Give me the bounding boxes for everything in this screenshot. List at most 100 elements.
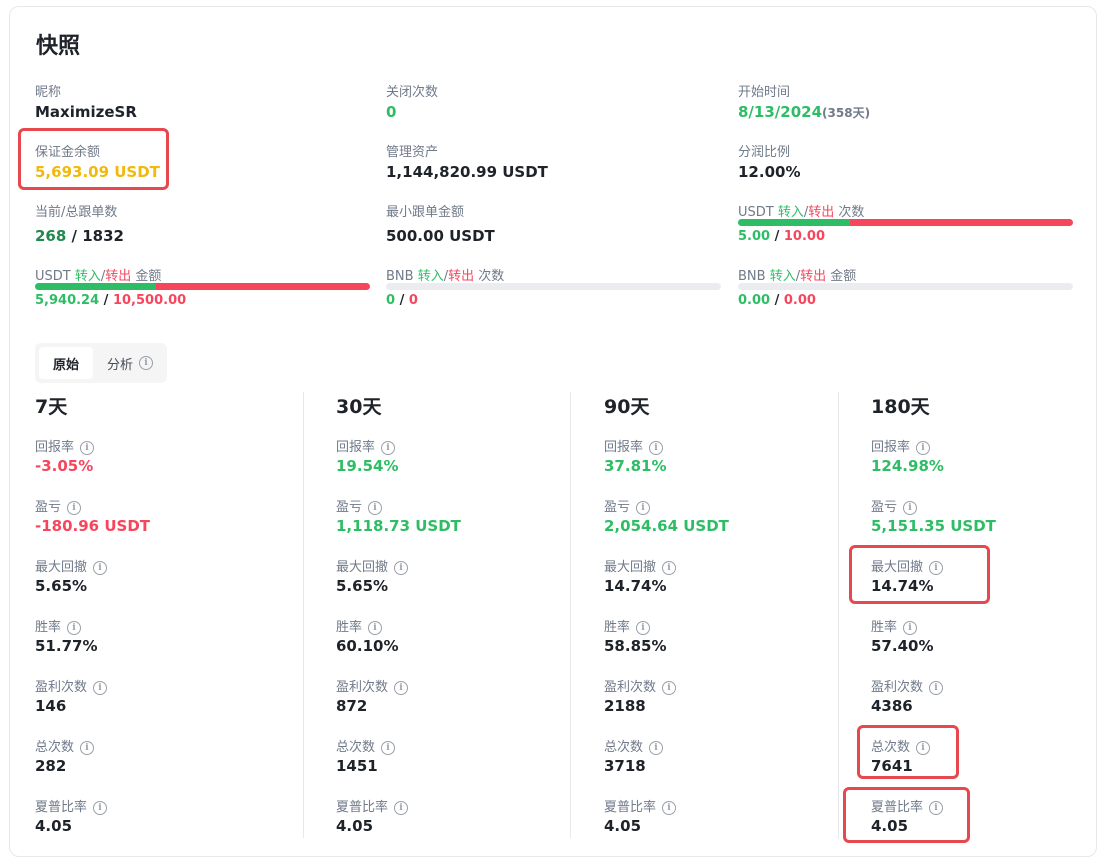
sharpe-ratio-value: 4.05 <box>604 817 642 835</box>
profit-share-label: 分润比例 <box>738 145 791 160</box>
info-icon[interactable]: i <box>916 440 931 455</box>
bnb-amount-values: 0.00 / 0.00 <box>738 293 816 308</box>
roi-value: 124.98% <box>871 457 944 475</box>
start-time-value: 8/13/2024(358天) <box>738 103 870 121</box>
page-title: 快照 <box>36 34 81 59</box>
roi-label-text: 回报率 <box>871 440 911 455</box>
tab-raw[interactable]: 原始 <box>39 347 93 379</box>
max-drawdown-value: 14.74% <box>604 577 667 595</box>
usdt-amount-values: 5,940.24 / 10,500.00 <box>35 293 187 308</box>
period-column: 90天 回报率 i 37.81% 盈亏 i 2,054.64 USDT 最大回撤 i 14.74%… <box>604 392 824 842</box>
roi-label-text: 回报率 <box>604 440 644 455</box>
win-rate-value: 57.40% <box>871 637 934 655</box>
sharpe-ratio-label: 夏普比率 i <box>604 796 677 815</box>
period-title: 90天 <box>604 396 650 418</box>
pnl-label: 盈亏 i <box>35 496 82 515</box>
info-icon[interactable]: i <box>80 740 95 755</box>
total-count-value: 3718 <box>604 757 646 775</box>
pnl-label: 盈亏 i <box>604 496 651 515</box>
usdt-amount-label: USDT 转入/转出 金额 <box>35 269 162 284</box>
sharpe-ratio-label-text: 夏普比率 <box>35 800 88 815</box>
info-icon[interactable]: i <box>93 800 108 815</box>
roi-value: -3.05% <box>35 457 94 475</box>
copiers-value: 268 / 1832 <box>35 227 124 245</box>
sharpe-ratio-value: 4.05 <box>35 817 73 835</box>
bnb-amount-bar <box>738 283 1073 290</box>
mdd-highlight <box>849 545 990 604</box>
nickname-label: 昵称 <box>35 85 62 100</box>
win-rate-label-text: 胜率 <box>336 620 363 635</box>
info-icon[interactable]: i <box>662 560 677 575</box>
info-icon[interactable]: i <box>381 740 396 755</box>
sharpe-ratio-label: 夏普比率 i <box>336 796 409 815</box>
roi-label: 回报率 i <box>35 436 95 455</box>
close-count-label: 关闭次数 <box>386 85 439 100</box>
period-title: 30天 <box>336 396 382 418</box>
win-count-label: 盈利次数 i <box>604 676 677 695</box>
bnb-count-label: BNB 转入/转出 次数 <box>386 269 505 284</box>
info-icon[interactable]: i <box>929 680 944 695</box>
total-count-label-text: 总次数 <box>604 740 644 755</box>
sharpe-ratio-label: 夏普比率 i <box>35 796 108 815</box>
info-icon[interactable]: i <box>368 500 383 515</box>
max-drawdown-value: 5.65% <box>35 577 88 595</box>
roi-value: 19.54% <box>336 457 399 475</box>
copiers-label: 当前/总跟单数 <box>35 205 118 220</box>
roi-label: 回报率 i <box>336 436 396 455</box>
info-icon[interactable]: i <box>394 560 409 575</box>
total-count-label: 总次数 i <box>35 736 95 755</box>
info-icon[interactable]: i <box>93 560 108 575</box>
win-rate-label-text: 胜率 <box>604 620 631 635</box>
max-drawdown-value: 5.65% <box>336 577 389 595</box>
info-icon[interactable]: i <box>394 800 409 815</box>
max-drawdown-label: 最大回撤 i <box>604 556 677 575</box>
info-icon[interactable]: i <box>636 620 651 635</box>
close-count-value: 0 <box>386 103 397 121</box>
info-icon[interactable]: i <box>381 440 396 455</box>
win-rate-label: 胜率 i <box>871 616 918 635</box>
bnb-amount-label: BNB 转入/转出 金额 <box>738 269 857 284</box>
start-time-label: 开始时间 <box>738 85 791 100</box>
aum-label: 管理资产 <box>386 145 439 160</box>
win-rate-value: 51.77% <box>35 637 98 655</box>
column-divider <box>303 392 304 838</box>
info-icon[interactable]: i <box>903 620 918 635</box>
info-icon[interactable]: i <box>67 500 82 515</box>
period-column: 30天 回报率 i 19.54% 盈亏 i 1,118.73 USDT 最大回撤 i 5.65% 胜… <box>336 392 556 842</box>
bnb-count-bar <box>386 283 721 290</box>
sharpe-highlight <box>843 787 970 843</box>
column-divider <box>570 392 571 838</box>
info-icon[interactable]: i <box>139 356 153 370</box>
info-icon[interactable]: i <box>903 500 918 515</box>
bnb-count-values: 0 / 0 <box>386 293 418 308</box>
pnl-label: 盈亏 i <box>336 496 383 515</box>
info-icon[interactable]: i <box>662 680 677 695</box>
roi-label-text: 回报率 <box>336 440 376 455</box>
tab-analysis[interactable]: 分析 i <box>99 347 161 379</box>
pnl-label-text: 盈亏 <box>336 500 363 515</box>
period-title: 180天 <box>871 396 930 418</box>
info-icon[interactable]: i <box>368 620 383 635</box>
info-icon[interactable]: i <box>636 500 651 515</box>
win-count-value: 4386 <box>871 697 913 715</box>
info-icon[interactable]: i <box>80 440 95 455</box>
pnl-value: -180.96 USDT <box>35 517 150 535</box>
win-rate-value: 60.10% <box>336 637 399 655</box>
info-icon[interactable]: i <box>394 680 409 695</box>
pnl-label-text: 盈亏 <box>35 500 62 515</box>
pnl-label-text: 盈亏 <box>604 500 631 515</box>
info-icon[interactable]: i <box>662 800 677 815</box>
info-icon[interactable]: i <box>93 680 108 695</box>
roi-label: 回报率 i <box>871 436 931 455</box>
total-count-label: 总次数 i <box>604 736 664 755</box>
info-icon[interactable]: i <box>67 620 82 635</box>
info-icon[interactable]: i <box>649 740 664 755</box>
start-days: (358天) <box>822 106 871 120</box>
tab-analysis-label: 分析 <box>106 357 133 373</box>
copiers-total: 1832 <box>82 227 124 245</box>
max-drawdown-label: 最大回撤 i <box>336 556 409 575</box>
info-icon[interactable]: i <box>649 440 664 455</box>
win-rate-label-text: 胜率 <box>871 620 898 635</box>
win-rate-label: 胜率 i <box>35 616 82 635</box>
max-drawdown-label-text: 最大回撤 <box>35 560 88 575</box>
